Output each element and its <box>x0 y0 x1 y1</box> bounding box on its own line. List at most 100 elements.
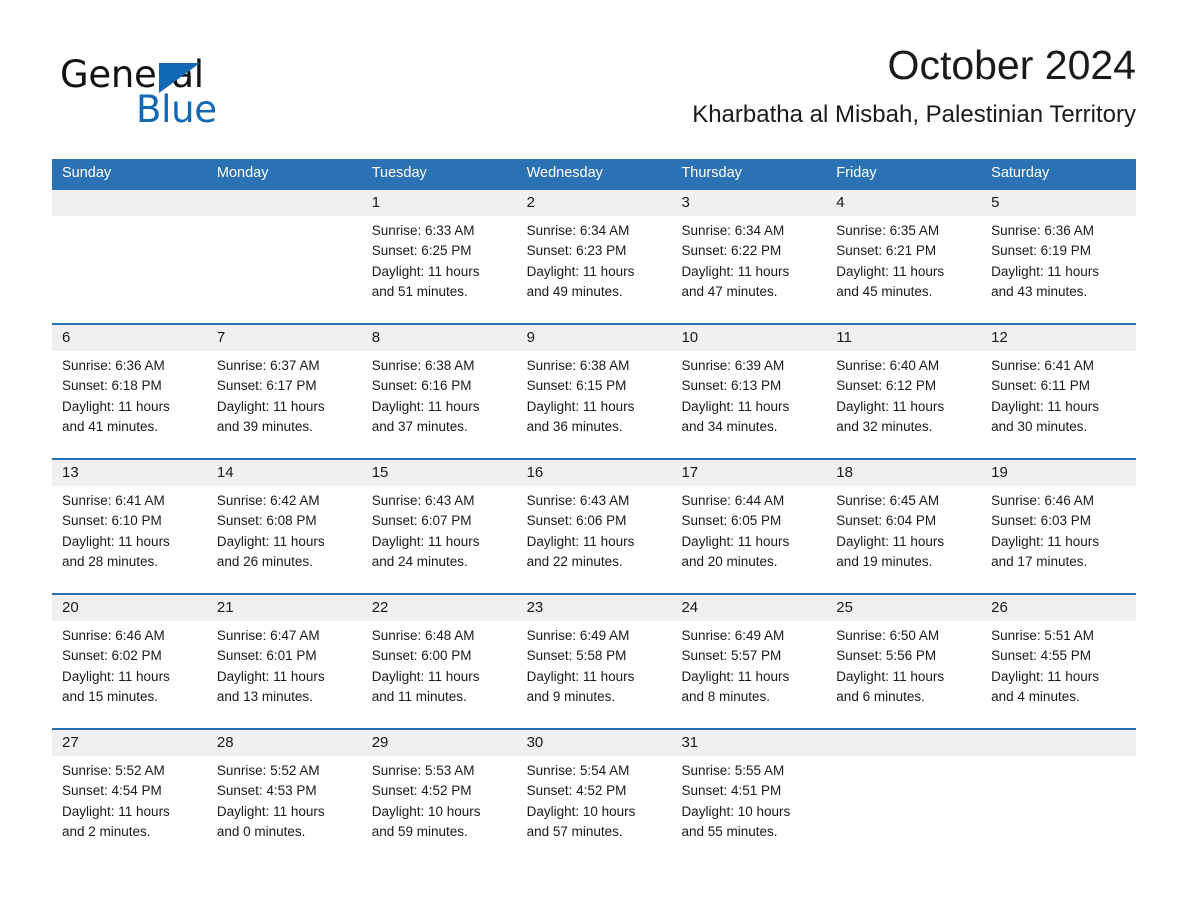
day-number[interactable]: 19 <box>981 460 1136 486</box>
sunrise-text: Sunrise: 5:53 AM <box>371 763 475 778</box>
sunrise-text: Sunrise: 6:46 AM <box>62 628 165 643</box>
day-number[interactable]: 1 <box>362 190 517 216</box>
daylight-text-line2: and 45 minutes. <box>836 283 933 299</box>
week-day-details: Sunrise: 6:33 AM Sunset: 6:25 PM Dayligh… <box>52 216 1136 323</box>
sunrise-text: Sunrise: 6:36 AM <box>991 223 1094 238</box>
day-number[interactable]: 15 <box>362 460 517 486</box>
day-cell: Sunrise: 6:43 AM Sunset: 6:07 PM Dayligh… <box>362 486 517 593</box>
daylight-text-line1: Daylight: 11 hours <box>216 533 325 549</box>
daylight-text-line1: Daylight: 11 hours <box>371 263 480 279</box>
day-number[interactable]: 29 <box>362 730 517 756</box>
day-cell: Sunrise: 6:49 AM Sunset: 5:58 PM Dayligh… <box>517 621 672 728</box>
day-number[interactable]: 9 <box>517 325 672 351</box>
day-cell: Sunrise: 6:48 AM Sunset: 6:00 PM Dayligh… <box>362 621 517 728</box>
daylight-text-line2: and 24 minutes. <box>371 553 468 569</box>
week-day-details: Sunrise: 6:46 AM Sunset: 6:02 PM Dayligh… <box>52 621 1136 728</box>
sunrise-text: Sunrise: 6:46 AM <box>991 493 1094 508</box>
day-cell: Sunrise: 6:36 AM Sunset: 6:19 PM Dayligh… <box>981 216 1136 323</box>
weekday-header-wednesday: Wednesday <box>526 165 603 181</box>
sunset-text: Sunset: 6:16 PM <box>371 378 472 394</box>
day-number[interactable]: 24 <box>671 595 826 621</box>
sunset-text: Sunset: 6:12 PM <box>836 378 937 394</box>
daylight-text-line1: Daylight: 11 hours <box>62 533 170 549</box>
day-cell: Sunrise: 6:41 AM Sunset: 6:11 PM Dayligh… <box>981 351 1136 458</box>
day-cell: Sunrise: 5:51 AM Sunset: 4:55 PM Dayligh… <box>981 621 1136 728</box>
day-number[interactable]: 8 <box>362 325 517 351</box>
day-number[interactable]: 27 <box>52 730 207 756</box>
sunrise-text: Sunrise: 6:37 AM <box>216 358 320 373</box>
day-cell: Sunrise: 6:44 AM Sunset: 6:05 PM Dayligh… <box>671 486 826 593</box>
sunset-text: Sunset: 6:10 PM <box>62 513 162 529</box>
day-number[interactable]: 20 <box>52 595 207 621</box>
weekday-header-friday: Friday <box>836 165 877 181</box>
week-day-numbers: 13 14 15 16 17 18 19 <box>52 460 1136 486</box>
daylight-text-line1: Daylight: 11 hours <box>991 398 1099 414</box>
week-day-numbers: 1 2 3 4 5 <box>52 190 1136 216</box>
daylight-text-line2: and 30 minutes. <box>991 418 1088 434</box>
day-number[interactable]: 13 <box>52 460 207 486</box>
day-number[interactable]: 26 <box>981 595 1136 621</box>
weekday-header-saturday: Saturday <box>991 165 1050 181</box>
day-number[interactable] <box>826 730 981 756</box>
day-number[interactable]: 6 <box>52 325 207 351</box>
sunset-text: Sunset: 4:52 PM <box>371 783 472 799</box>
day-number[interactable]: 2 <box>517 190 672 216</box>
general-blue-logo[interactable]: General Blue <box>60 54 320 134</box>
sunrise-text: Sunrise: 6:34 AM <box>526 223 630 238</box>
daylight-text-line1: Daylight: 11 hours <box>526 263 635 279</box>
day-number[interactable]: 16 <box>517 460 672 486</box>
daylight-text-line1: Daylight: 11 hours <box>991 668 1099 684</box>
day-cell: Sunrise: 6:50 AM Sunset: 5:56 PM Dayligh… <box>826 621 981 728</box>
sunrise-text: Sunrise: 6:36 AM <box>62 358 165 373</box>
daylight-text-line1: Daylight: 11 hours <box>216 668 325 684</box>
day-number[interactable]: 31 <box>671 730 826 756</box>
day-number[interactable]: 23 <box>517 595 672 621</box>
day-number[interactable]: 17 <box>671 460 826 486</box>
day-cell: Sunrise: 5:54 AM Sunset: 4:52 PM Dayligh… <box>517 756 672 863</box>
sunrise-text: Sunrise: 6:40 AM <box>836 358 940 373</box>
day-number[interactable]: 5 <box>981 190 1136 216</box>
day-number[interactable]: 4 <box>826 190 981 216</box>
weekday-header-tuesday: Tuesday <box>371 165 427 181</box>
daylight-text-line2: and 51 minutes. <box>371 283 468 299</box>
daylight-text-line2: and 39 minutes. <box>216 418 313 434</box>
sunset-text: Sunset: 6:21 PM <box>836 243 937 259</box>
day-number[interactable]: 14 <box>207 460 362 486</box>
day-number[interactable]: 3 <box>671 190 826 216</box>
sunset-text: Sunset: 6:18 PM <box>62 378 162 394</box>
daylight-text-line1: Daylight: 11 hours <box>681 398 790 414</box>
day-number[interactable]: 21 <box>207 595 362 621</box>
day-number[interactable]: 12 <box>981 325 1136 351</box>
day-number[interactable]: 22 <box>362 595 517 621</box>
sunset-text: Sunset: 6:19 PM <box>991 243 1091 259</box>
sunset-text: Sunset: 5:57 PM <box>681 648 782 664</box>
day-number[interactable] <box>52 190 207 216</box>
day-number[interactable]: 28 <box>207 730 362 756</box>
day-cell: Sunrise: 5:55 AM Sunset: 4:51 PM Dayligh… <box>671 756 826 863</box>
sunset-text: Sunset: 6:07 PM <box>371 513 472 529</box>
daylight-text-line2: and 11 minutes. <box>371 688 467 704</box>
daylight-text-line1: Daylight: 11 hours <box>836 398 945 414</box>
sunset-text: Sunset: 6:04 PM <box>836 513 937 529</box>
sunrise-text: Sunrise: 6:39 AM <box>681 358 785 373</box>
day-number[interactable]: 11 <box>826 325 981 351</box>
calendar-page: General Blue October 2024 Kharbatha al M… <box>0 0 1188 918</box>
daylight-text-line1: Daylight: 10 hours <box>371 803 481 819</box>
sunset-text: Sunset: 6:15 PM <box>526 378 627 394</box>
day-number[interactable] <box>207 190 362 216</box>
day-number[interactable]: 25 <box>826 595 981 621</box>
logo-text-blue: Blue <box>136 88 217 131</box>
sunset-text: Sunset: 6:00 PM <box>371 648 472 664</box>
day-number[interactable]: 18 <box>826 460 981 486</box>
day-cell <box>826 756 981 863</box>
day-number[interactable]: 10 <box>671 325 826 351</box>
day-cell: Sunrise: 6:46 AM Sunset: 6:03 PM Dayligh… <box>981 486 1136 593</box>
daylight-text-line2: and 28 minutes. <box>62 553 159 569</box>
day-number[interactable]: 30 <box>517 730 672 756</box>
sunrise-text: Sunrise: 5:54 AM <box>526 763 630 778</box>
sunset-text: Sunset: 6:08 PM <box>216 513 317 529</box>
day-number[interactable] <box>981 730 1136 756</box>
daylight-text-line1: Daylight: 11 hours <box>216 803 325 819</box>
day-cell: Sunrise: 6:45 AM Sunset: 6:04 PM Dayligh… <box>826 486 981 593</box>
day-number[interactable]: 7 <box>207 325 362 351</box>
